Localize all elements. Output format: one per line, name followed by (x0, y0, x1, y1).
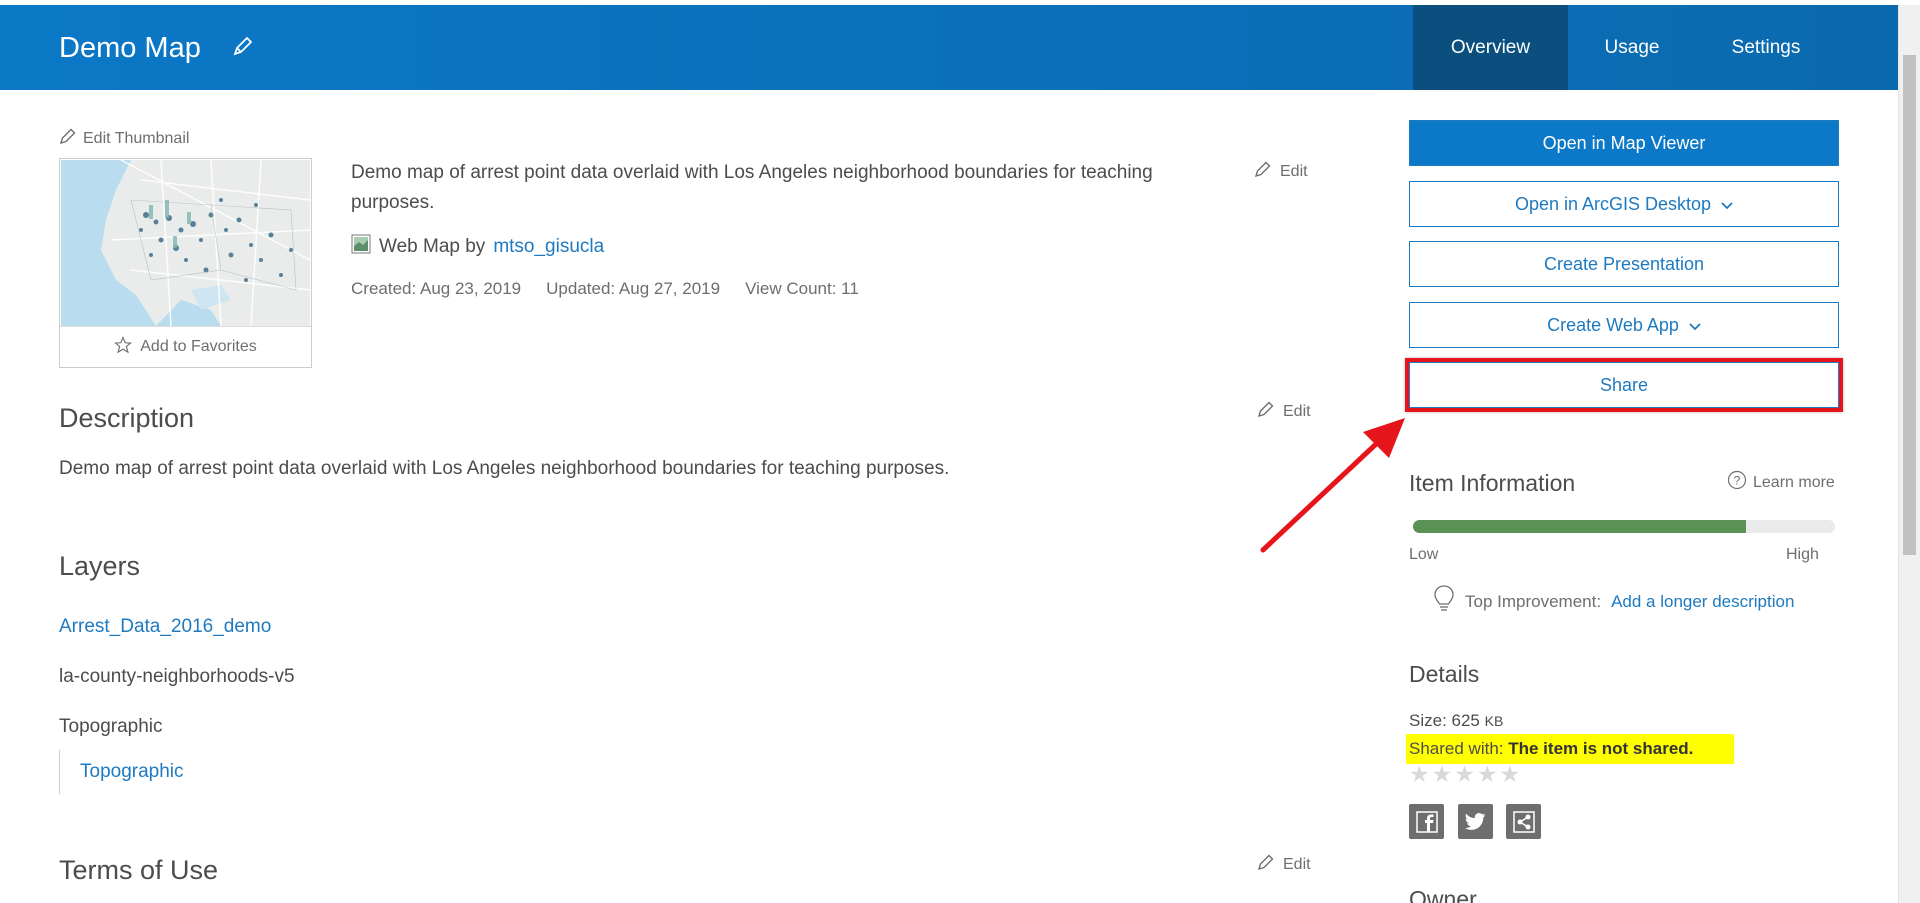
layer-item-neighborhoods: la-county-neighborhoods-v5 (59, 666, 295, 687)
edit-summary-link[interactable]: Edit (1254, 160, 1308, 183)
chevron-down-icon (1689, 315, 1701, 336)
layer-item-topographic: Topographic (59, 716, 163, 737)
details-heading: Details (1409, 661, 1480, 687)
terms-heading: Terms of Use (59, 855, 219, 885)
item-size: Size: 625 KB (1409, 711, 1503, 731)
chevron-down-icon (1721, 194, 1733, 215)
open-arcgis-desktop-button[interactable]: Open in ArcGIS Desktop (1409, 181, 1839, 227)
shared-with-label: Shared with: (1409, 739, 1504, 758)
map-thumbnail-image[interactable] (61, 160, 310, 326)
tab-usage[interactable]: Usage (1568, 5, 1696, 90)
twitter-share-icon[interactable] (1458, 804, 1493, 839)
item-info-score-fill (1413, 520, 1747, 533)
add-longer-description-link[interactable]: Add a longer description (1611, 592, 1794, 612)
item-header: Demo Map Overview Usage Settings (0, 5, 1898, 90)
score-low-label: Low (1409, 546, 1439, 563)
pencil-icon (1257, 853, 1275, 876)
rating-stars[interactable]: ★★★★★ (1409, 761, 1522, 788)
star-outline-icon (114, 335, 133, 359)
open-map-viewer-button[interactable]: Open in Map Viewer (1409, 120, 1839, 166)
scrollbar-thumb[interactable] (1903, 55, 1916, 555)
share-button[interactable]: Share (1409, 362, 1839, 408)
add-to-favorites-button[interactable]: Add to Favorites (60, 326, 311, 367)
edit-thumbnail-label: Edit Thumbnail (83, 129, 190, 147)
sublayer-indent-bar (59, 750, 60, 794)
top-improvement-row: Top Improvement: Add a longer descriptio… (1433, 584, 1794, 619)
share-label: Share (1599, 374, 1649, 395)
shared-with-value: The item is not shared. (1508, 739, 1694, 758)
web-map-icon (351, 234, 371, 260)
item-info-score-bar (1413, 520, 1835, 533)
page-scrollbar[interactable] (1898, 5, 1920, 903)
edit-terms-link[interactable]: Edit (1257, 853, 1311, 876)
created-date: Created: Aug 23, 2019 (351, 279, 522, 298)
help-circle-icon: ? (1727, 470, 1747, 495)
owner-heading: Owner (1409, 886, 1477, 903)
item-information-heading: Item Information (1409, 470, 1576, 496)
edit-title-icon[interactable] (232, 35, 254, 57)
pencil-icon (1254, 160, 1272, 183)
add-to-favorites-label: Add to Favorites (140, 338, 257, 355)
description-heading: Description (59, 403, 195, 433)
shared-with-row: Shared with: The item is not shared. (1406, 734, 1734, 764)
tab-overview[interactable]: Overview (1413, 5, 1568, 90)
top-improvement-label: Top Improvement: (1465, 591, 1602, 611)
layer-item-arrest-data[interactable]: Arrest_Data_2016_demo (59, 616, 271, 638)
create-web-app-button[interactable]: Create Web App (1409, 302, 1839, 348)
annotation-arrow-icon (1255, 410, 1415, 565)
thumbnail-card: Add to Favorites (59, 158, 312, 368)
size-unit: KB (1484, 713, 1504, 729)
item-summary: Demo map of arrest point data overlaid w… (351, 162, 1153, 213)
edit-summary-label: Edit (1280, 162, 1308, 180)
view-count: View Count: 11 (745, 279, 859, 298)
tab-settings[interactable]: Settings (1696, 5, 1836, 90)
layers-heading: Layers (59, 551, 141, 581)
owner-link[interactable]: mtso_gisucla (493, 236, 604, 258)
size-value: Size: 625 (1409, 711, 1480, 730)
score-high-label: High (1786, 546, 1819, 563)
page-title: Demo Map (59, 32, 201, 64)
item-meta-row: Created: Aug 23, 2019 Updated: Aug 27, 2… (351, 279, 859, 299)
share-link-icon[interactable] (1506, 804, 1541, 839)
facebook-share-icon[interactable] (1409, 804, 1444, 839)
svg-text:?: ? (1734, 474, 1741, 488)
item-type-row: Web Map by mtso_gisucla (351, 234, 604, 260)
create-presentation-button[interactable]: Create Presentation (1409, 241, 1839, 287)
lightbulb-icon (1433, 584, 1455, 619)
updated-date: Updated: Aug 27, 2019 (546, 279, 721, 298)
pencil-icon (59, 127, 77, 150)
sublayer-item-topographic[interactable]: Topographic (80, 761, 184, 783)
description-text: Demo map of arrest point data overlaid w… (59, 458, 950, 479)
learn-more-link[interactable]: ? Learn more (1727, 470, 1835, 495)
create-web-app-label: Create Web App (1547, 314, 1679, 335)
open-arcgis-desktop-label: Open in ArcGIS Desktop (1514, 193, 1712, 214)
open-map-viewer-label: Open in Map Viewer (1542, 132, 1706, 153)
create-presentation-label: Create Presentation (1543, 253, 1705, 274)
learn-more-label: Learn more (1753, 473, 1835, 491)
item-type-label: Web Map by (379, 236, 486, 257)
edit-thumbnail-link[interactable]: Edit Thumbnail (59, 127, 189, 150)
edit-terms-label: Edit (1283, 855, 1311, 873)
